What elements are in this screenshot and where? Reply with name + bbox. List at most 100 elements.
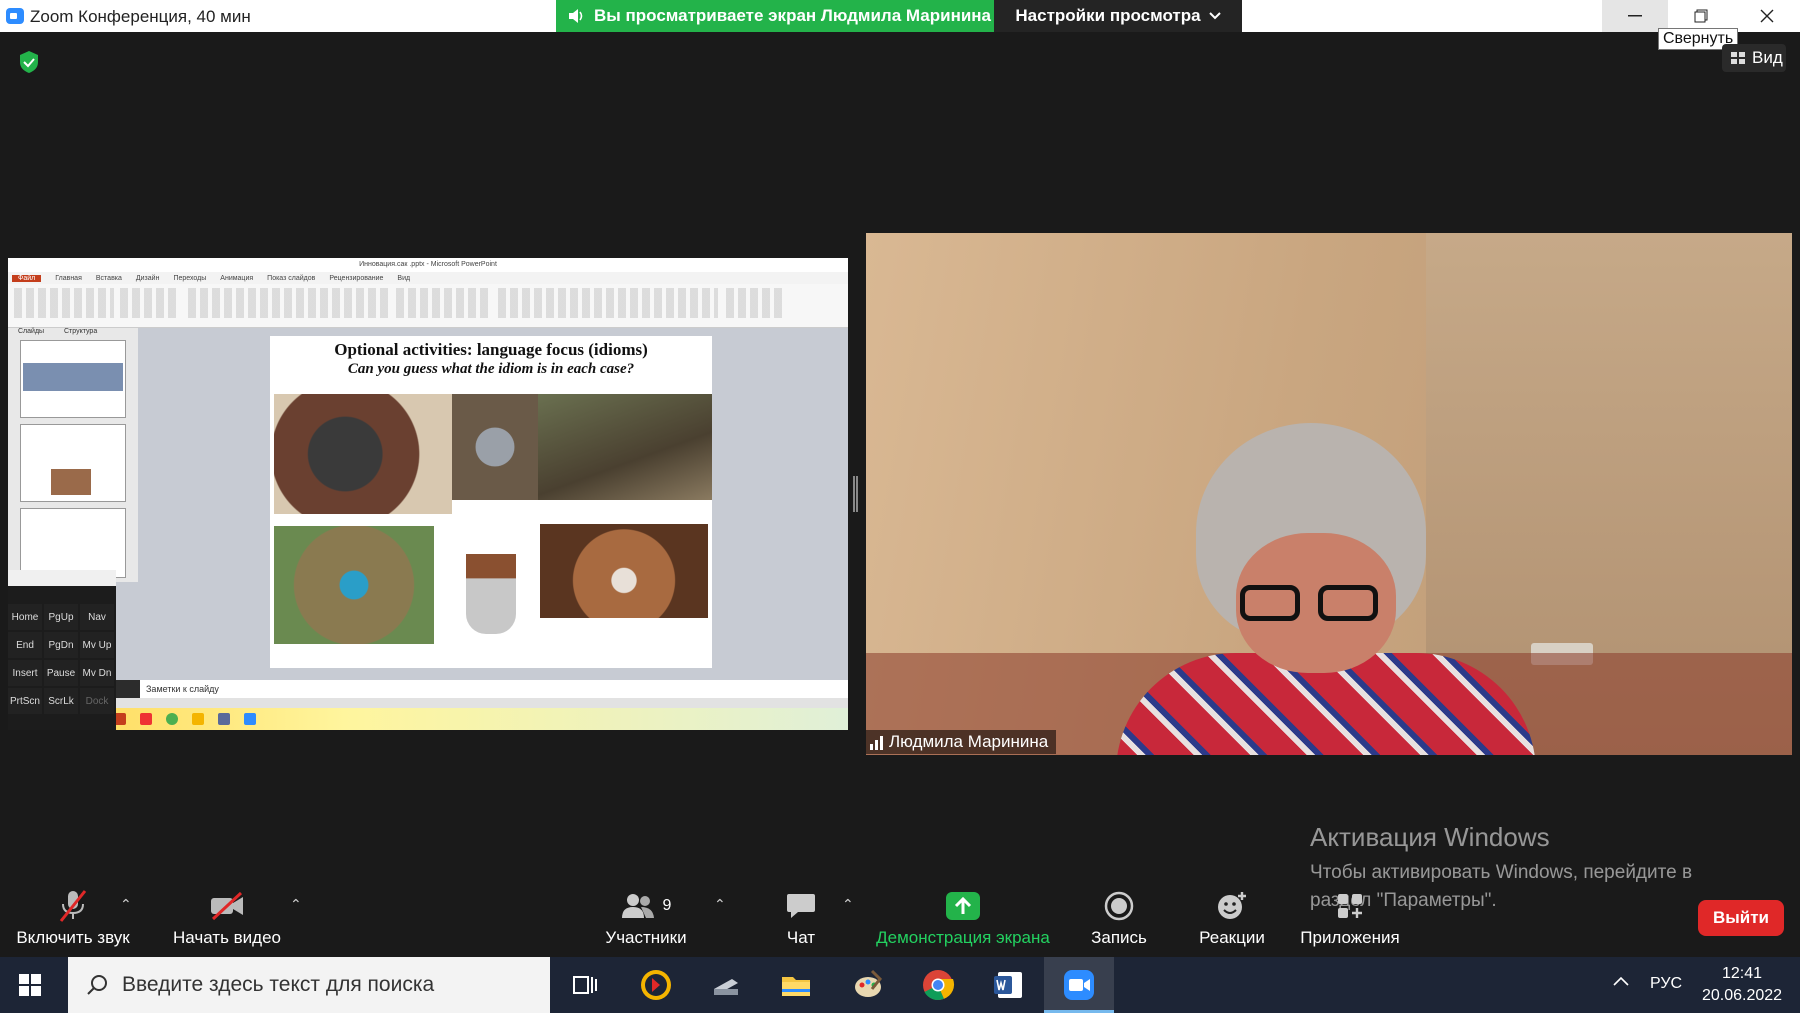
- security-shield-icon[interactable]: [18, 50, 40, 74]
- video-options-caret[interactable]: ⌃: [290, 896, 302, 913]
- paint-app-icon[interactable]: [850, 967, 886, 1003]
- chrome-icon[interactable]: [920, 967, 956, 1003]
- video-off-icon: [211, 891, 243, 921]
- slide-title: Optional activities: language focus (idi…: [334, 340, 648, 359]
- word-icon[interactable]: [990, 967, 1026, 1003]
- speaker-icon: [569, 9, 583, 23]
- chat-button[interactable]: Чат: [780, 888, 822, 948]
- chat-label: Чат: [786, 928, 816, 947]
- osk-key: ScrLk: [44, 688, 78, 714]
- participants-count: 9: [662, 897, 672, 914]
- cat-in-bag-image: [274, 394, 452, 514]
- ppt-status-bar: [8, 698, 848, 708]
- osk-key: Mv Up: [80, 632, 114, 658]
- ppt-tab-slideshow: Показ слайдов: [267, 274, 316, 282]
- split-drag-handle[interactable]: [853, 476, 858, 512]
- record-label: Запись: [1091, 928, 1147, 947]
- thumb-tab-outline: Структура: [64, 328, 98, 335]
- chevron-down-icon: [1208, 12, 1221, 20]
- ppt-tab-insert: Вставка: [95, 274, 122, 282]
- ppt-ribbon-tabs: Файл Главная Вставка Дизайн Переходы Ани…: [8, 272, 848, 284]
- ppt-tab-animation: Анимация: [220, 274, 254, 282]
- yandex-music-icon[interactable]: [638, 967, 674, 1003]
- signal-strength-icon: [870, 734, 883, 750]
- input-language[interactable]: РУС: [1650, 975, 1682, 993]
- ppt-tab-transitions: Переходы: [173, 274, 207, 282]
- apps-button[interactable]: Приложения: [1298, 888, 1402, 948]
- participants-label: Участники: [605, 928, 687, 947]
- remote-taskbar: [8, 708, 848, 730]
- leave-meeting-button[interactable]: Выйти: [1698, 900, 1784, 936]
- unmute-button[interactable]: Включить звук: [14, 888, 132, 948]
- taskbar-search-box[interactable]: Введите здесь текст для поиска: [68, 957, 550, 1013]
- hamster-wheel-image: [540, 524, 708, 618]
- zoom-taskbar-button[interactable]: [1044, 957, 1114, 1013]
- share-banner-text: Вы просматриваете экран Людмила Маринина: [594, 6, 992, 25]
- start-video-button[interactable]: Начать видео: [170, 888, 284, 948]
- unmute-label: Включить звук: [16, 928, 130, 947]
- slide-thumbnail: [20, 508, 126, 578]
- audio-options-caret[interactable]: ⌃: [120, 896, 132, 913]
- osk-key: Mv Dn: [80, 660, 114, 686]
- ppt-tab-review: Рецензирование: [329, 274, 384, 282]
- osk-key: PgDn: [44, 632, 78, 658]
- ppt-current-slide: Optional activities: language focus (idi…: [270, 336, 712, 668]
- restore-icon: [1694, 9, 1708, 23]
- thumb-tab-slides: Слайды: [18, 328, 45, 335]
- participant-name-tag: Людмила Маринина: [866, 730, 1057, 754]
- view-settings-button[interactable]: Настройки просмотра: [994, 0, 1242, 32]
- ppt-tab-home: Главная: [55, 274, 82, 282]
- on-screen-keyboard: Home PgUp Nav End PgDn Mv Up Insert Paus…: [8, 570, 116, 730]
- participant-name: Людмила Маринина: [889, 732, 1049, 751]
- reactions-label: Реакции: [1199, 928, 1265, 947]
- zoom-app-icon: [1064, 970, 1094, 1000]
- ppt-tab-design: Дизайн: [135, 274, 160, 282]
- ppt-tab-file: Файл: [12, 274, 42, 282]
- view-layout-button[interactable]: Вид: [1722, 44, 1786, 72]
- apps-icon: [1338, 894, 1362, 918]
- kettle-image: [452, 394, 538, 500]
- participant-video: [866, 233, 1792, 755]
- osk-key: Home: [8, 604, 42, 630]
- watermark-title: Активация Windows: [1310, 822, 1550, 852]
- search-placeholder: Введите здесь текст для поиска: [122, 973, 435, 996]
- chat-options-caret[interactable]: ⌃: [842, 896, 854, 913]
- close-button[interactable]: [1734, 0, 1800, 32]
- ppt-window-title: Инновация.сак .pptx - Microsoft PowerPoi…: [8, 258, 848, 272]
- reactions-button[interactable]: Реакции: [1198, 888, 1266, 948]
- windows-start-icon[interactable]: [18, 973, 42, 997]
- ppt-ribbon: [8, 284, 848, 328]
- windows-taskbar: Введите здесь текст для поиска РУС 12:41…: [0, 957, 1800, 1013]
- osk-key: End: [8, 632, 42, 658]
- record-button[interactable]: Запись: [1088, 888, 1150, 948]
- minimize-icon: [1628, 15, 1642, 17]
- record-icon: [1104, 891, 1134, 921]
- share-screen-icon: [946, 892, 980, 920]
- task-view-icon[interactable]: [566, 967, 602, 1003]
- mic-muted-icon: [59, 890, 87, 922]
- participants-button[interactable]: 9 Участники: [600, 888, 692, 948]
- slide-thumbnail: [20, 340, 126, 418]
- search-icon: [87, 975, 107, 995]
- share-screen-label: Демонстрация экрана: [876, 928, 1050, 947]
- clock-time: 12:41: [1721, 965, 1763, 982]
- tray-expand-icon[interactable]: [1612, 975, 1630, 987]
- close-icon: [1760, 9, 1774, 23]
- view-settings-label: Настройки просмотра: [1015, 6, 1201, 25]
- emoji-plus-icon: [1218, 892, 1246, 919]
- system-clock[interactable]: 12:41 20.06.2022: [1696, 963, 1788, 1007]
- view-button-label: Вид: [1752, 48, 1783, 67]
- shared-screen: Инновация.сак .pptx - Microsoft PowerPoi…: [8, 258, 848, 730]
- bees-image: [538, 394, 712, 500]
- participants-options-caret[interactable]: ⌃: [714, 896, 726, 913]
- osk-key: Dock: [80, 688, 114, 714]
- share-banner: Вы просматриваете экран Людмила Маринина: [556, 0, 994, 32]
- grid-view-icon: [1731, 52, 1745, 64]
- scanner-app-icon[interactable]: [708, 967, 744, 1003]
- osk-key: PgUp: [44, 604, 78, 630]
- chat-icon: [787, 894, 815, 918]
- file-explorer-icon[interactable]: [778, 967, 814, 1003]
- ppt-tab-view: Вид: [397, 274, 411, 282]
- ppt-slide-thumbnails: Слайды Структура: [8, 328, 138, 582]
- share-screen-button[interactable]: Демонстрация экрана: [874, 888, 1052, 948]
